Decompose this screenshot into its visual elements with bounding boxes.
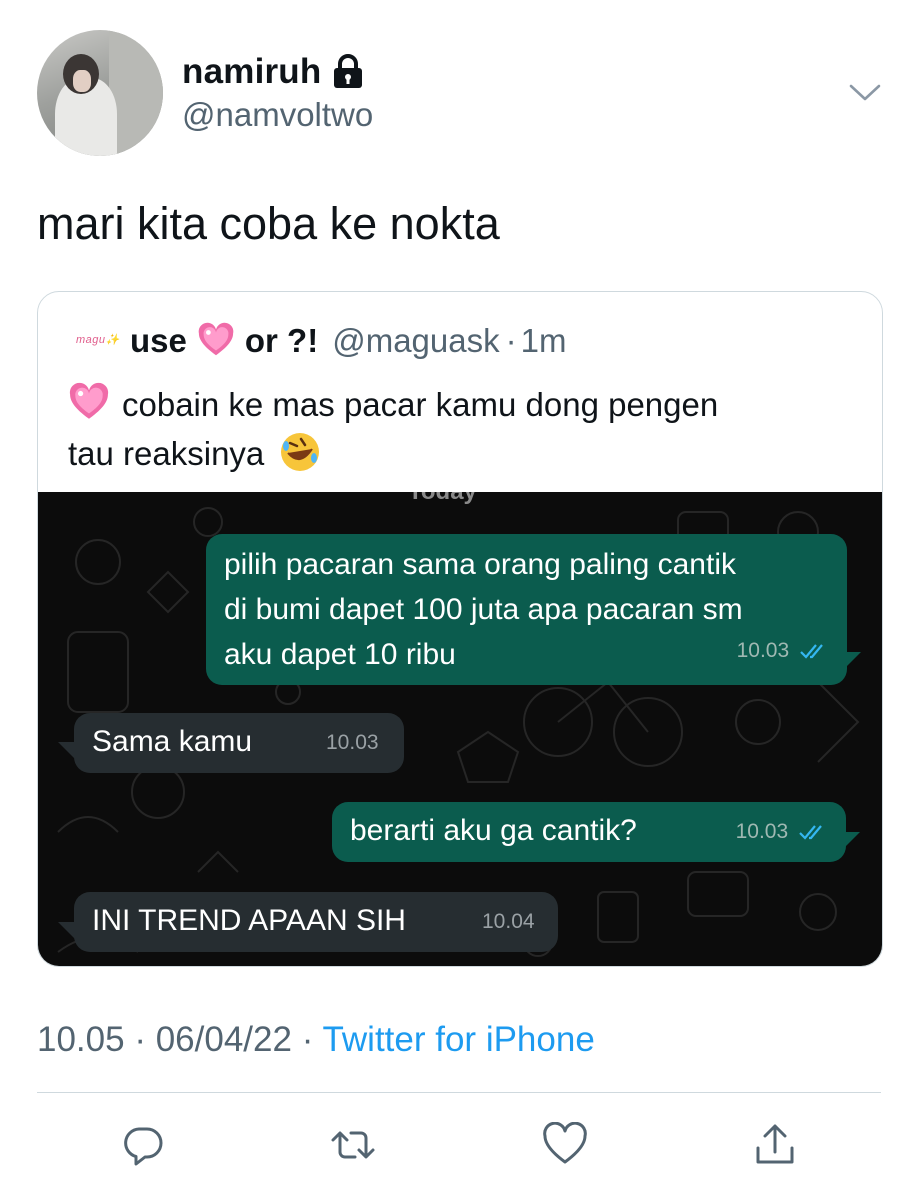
double-check-icon: [800, 644, 823, 659]
quoted-time: 1m: [520, 322, 567, 359]
rolling-laughing-emoji-icon: [281, 433, 320, 471]
tweet-meta: 10.05 · 06/04/22 · Twitter for iPhone: [37, 1020, 595, 1060]
quoted-separator: ·: [505, 322, 517, 359]
chat-message-line: pilih pacaran sama orang paling cantik: [224, 548, 736, 581]
bubble-tail: [58, 742, 76, 760]
sparkling-heart-icon: [198, 322, 234, 356]
chat-message-line: di bumi dapet 100 juta apa pacaran sm: [224, 593, 743, 626]
chat-message-time: 10.03: [737, 628, 829, 673]
display-name-text: namiruh: [182, 52, 322, 91]
chevron-down-icon[interactable]: [848, 80, 882, 104]
bubble-tail: [58, 922, 76, 940]
bubble-tail: [843, 652, 861, 670]
lock-icon: [334, 54, 363, 88]
avatar[interactable]: [37, 30, 163, 156]
like-icon[interactable]: [542, 1122, 588, 1168]
quoted-name-part1: use: [130, 322, 187, 359]
avatar-background: [109, 30, 163, 156]
share-icon[interactable]: [752, 1122, 798, 1168]
user-handle[interactable]: @namvoltwo: [182, 96, 373, 134]
bubble-tail: [842, 832, 860, 850]
sparkling-heart-icon: [69, 382, 109, 419]
tweet-source-link[interactable]: Twitter for iPhone: [322, 1020, 594, 1059]
tweet-time: 10.05: [37, 1020, 125, 1059]
quoted-text-line2: tau reaksinya: [68, 435, 265, 472]
quoted-tweet[interactable]: magu✨ use or ?! @maguask · 1m cobain ke …: [37, 291, 883, 967]
quoted-avatar[interactable]: magu✨: [76, 333, 120, 346]
chat-message-incoming: Sama kamu 10.03: [74, 713, 404, 773]
chat-time-text: 10.03: [736, 639, 790, 662]
chat-message-time: 10.03: [326, 731, 379, 754]
quoted-text-line1: cobain ke mas pacar kamu dong pengen: [122, 386, 719, 423]
chat-message-time: 10.03: [736, 809, 828, 854]
meta-separator: ·: [134, 1020, 146, 1059]
quoted-text: cobain ke mas pacar kamu dong pengen tau…: [68, 380, 858, 478]
tweet-text: mari kita coba ke nokta: [37, 198, 500, 249]
chat-screenshot: Today pilih pacaran sama orang paling ca…: [38, 492, 882, 966]
tweet-date: 06/04/22: [155, 1020, 292, 1059]
chat-message-line: aku dapet 10 ribu: [224, 638, 456, 671]
divider: [37, 1092, 881, 1093]
display-name[interactable]: namiruh: [182, 52, 365, 92]
chat-message-time: 10.04: [482, 910, 535, 933]
chat-message-outgoing: pilih pacaran sama orang paling cantik d…: [206, 534, 847, 685]
quoted-handle: @maguask: [332, 322, 500, 359]
avatar-hand: [73, 70, 91, 92]
quoted-name-part2: or ?!: [244, 322, 319, 359]
chat-message-text: INI TREND APAAN SIH: [92, 904, 406, 937]
reply-icon[interactable]: [120, 1122, 166, 1168]
chat-time-text: 10.03: [735, 820, 789, 843]
chat-day-label: Today: [408, 492, 477, 506]
meta-separator: ·: [301, 1020, 314, 1059]
retweet-icon[interactable]: [330, 1122, 376, 1168]
chat-message-incoming: INI TREND APAAN SIH 10.04: [74, 892, 558, 952]
quoted-header: use or ?! @maguask · 1m: [130, 322, 566, 360]
chat-message-outgoing: berarti aku ga cantik? 10.03: [332, 802, 846, 862]
double-check-icon: [799, 825, 822, 840]
chat-message-text: berarti aku ga cantik?: [350, 814, 637, 847]
chat-message-text: Sama kamu: [92, 725, 253, 758]
